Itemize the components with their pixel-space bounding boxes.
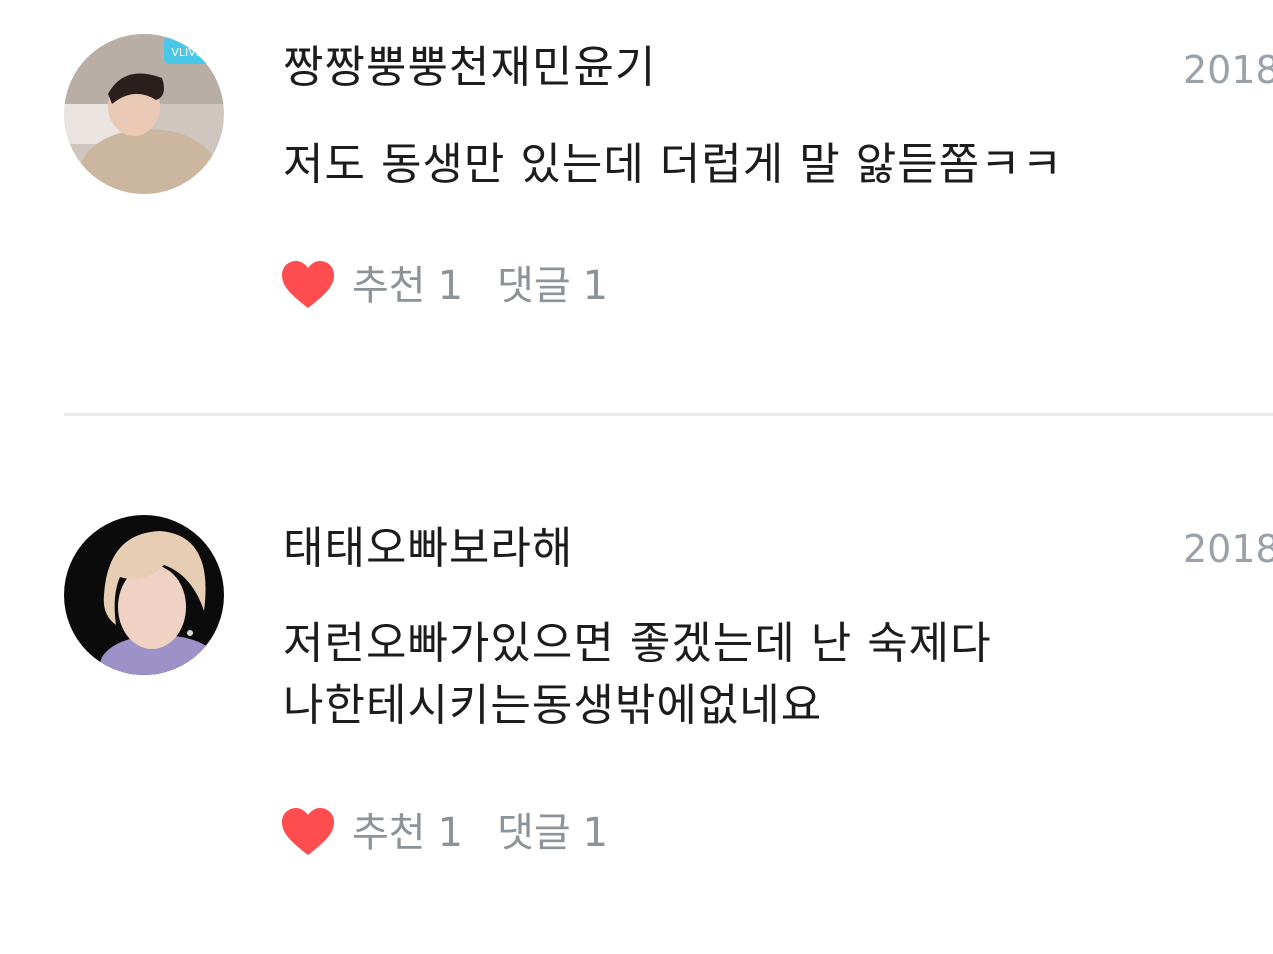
reply-control[interactable]: 댓글 1 — [463, 258, 608, 314]
avatar[interactable]: VLIVE — [64, 34, 224, 194]
profile-photo-icon — [64, 515, 224, 675]
heart-icon[interactable] — [280, 258, 336, 314]
comment-actions: 추천 1 댓글 1 — [280, 805, 608, 861]
comment-date: 2018. — [1183, 48, 1273, 92]
like-label[interactable]: 추천 — [352, 805, 426, 861]
reply-control[interactable]: 댓글 1 — [463, 805, 608, 861]
heart-icon[interactable] — [280, 805, 336, 861]
comment-item: VLIVE 짱짱뿡뿡천재민윤기 2018. 저도 동생만 있는데 더럽게 말 앓… — [0, 0, 1273, 414]
like-count: 1 — [437, 263, 464, 309]
comment-username[interactable]: 태태오빠보라해 — [283, 521, 573, 577]
reply-count: 1 — [582, 810, 609, 856]
reply-label[interactable]: 댓글 — [497, 258, 571, 314]
like-count: 1 — [437, 810, 464, 856]
avatar[interactable] — [64, 515, 224, 675]
like-label[interactable]: 추천 — [352, 258, 426, 314]
comment-date: 2018. — [1183, 527, 1273, 571]
comment-divider — [64, 413, 1273, 416]
profile-photo-icon: VLIVE — [64, 34, 224, 194]
reply-count: 1 — [582, 263, 609, 309]
comment-text: 저도 동생만 있는데 더럽게 말 앓듣쫌ㅋㅋ — [283, 139, 1064, 190]
comment-actions: 추천 1 댓글 1 — [280, 258, 608, 314]
vlive-badge-label: VLIVE — [171, 46, 202, 59]
like-control[interactable]: 추천 1 — [336, 805, 463, 861]
like-control[interactable]: 추천 1 — [336, 258, 463, 314]
reply-label[interactable]: 댓글 — [497, 805, 571, 861]
comment-username[interactable]: 짱짱뿡뿡천재민윤기 — [283, 40, 656, 96]
comment-item: 태태오빠보라해 2018. 저런오빠가있으면 좋겠는데 난 숙제다 나한테시키는… — [0, 417, 1273, 954]
comment-text: 저런오빠가있으면 좋겠는데 난 숙제다 나한테시키는동생밖에없네요 — [283, 618, 992, 731]
